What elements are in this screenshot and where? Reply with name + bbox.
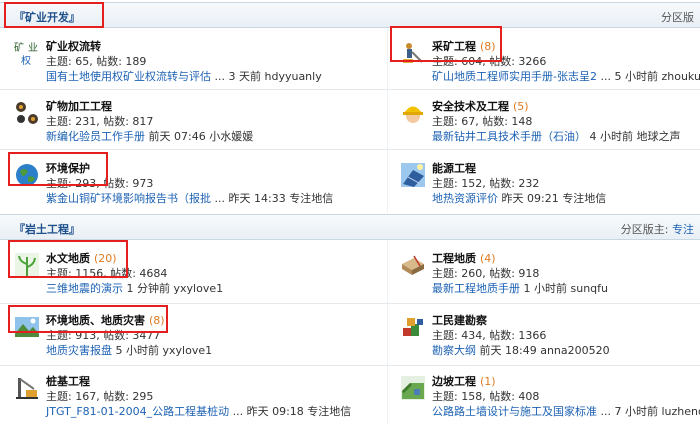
section-header-mining: 『矿业开发』 分区版 (0, 2, 700, 28)
forum-last-post: 公路路土墙设计与施工及国家标准 ... 7 小时前 luzhencug (432, 403, 700, 419)
forum-name[interactable]: 工程地质(4) (432, 250, 496, 266)
hydro-plant-icon (14, 252, 40, 278)
last-post-user[interactable]: zhoukui521 (661, 70, 700, 83)
forum-name[interactable]: 水文地质(20) (46, 250, 117, 266)
column-divider (387, 240, 388, 425)
forum-last-post: 最新工程地质手册 1 小时前 sunqfu (432, 280, 608, 296)
forum-slope-engineering: 边坡工程(1) 主题: 158, 帖数: 408 公路路土墙设计与施工及国家标准… (400, 373, 700, 433)
mining-rights-icon: 矿 业 权 (14, 40, 40, 66)
forum-stats: 主题: 158, 帖数: 408 (432, 388, 539, 404)
geology-layers-icon (400, 252, 426, 278)
forum-name[interactable]: 矿业权流转 (46, 38, 101, 54)
last-post-user[interactable]: yxylove1 (163, 344, 213, 357)
forum-stats: 主题: 913, 帖数: 3477 (46, 327, 160, 343)
row-divider (0, 303, 700, 304)
globe-icon (14, 162, 40, 188)
forum-energy-engineering: 能源工程 主题: 152, 帖数: 232 地热资源评价 昨天 09:21 专注… (400, 160, 700, 220)
forum-stats: 主题: 293, 帖数: 973 (46, 175, 153, 191)
forum-name[interactable]: 矿物加工工程 (46, 98, 112, 114)
row-divider (0, 149, 700, 150)
forum-last-post: 国有土地使用权矿业权流转与评估 ... 3 天前 hdyyuanly (46, 68, 322, 84)
forum-environmental-protection: 环境保护 主题: 293, 帖数: 973 紫金山铜矿环境影响报告书（报批 ..… (14, 160, 354, 220)
forum-name[interactable]: 能源工程 (432, 160, 476, 176)
section-header-geotechnical: 『岩土工程』 分区版主: 专注 (0, 214, 700, 240)
section-title-geotechnical[interactable]: 『岩土工程』 (14, 221, 80, 237)
last-post-user[interactable]: 地球之声 (637, 130, 681, 143)
safety-helmet-icon (400, 100, 426, 126)
forum-stats: 主题: 167, 帖数: 295 (46, 388, 153, 404)
forum-last-post: 勘察大纲 前天 18:49 anna200520 (432, 342, 610, 358)
forum-stats: 主题: 1156, 帖数: 4684 (46, 265, 167, 281)
forum-pile-foundation: 桩基工程 主题: 167, 帖数: 295 JTGT_F81-01-2004_公… (14, 373, 354, 433)
forum-stats: 主题: 65, 帖数: 189 (46, 53, 146, 69)
forum-last-post: 最新钻井工具技术手册（石油） 4 小时前 地球之声 (432, 128, 681, 144)
last-post-link[interactable]: 三维地震的演示 (46, 282, 123, 295)
last-post-link[interactable]: 勘察大纲 (432, 344, 476, 357)
forum-last-post: 新编化验员工作手册 前天 07:46 小水媛媛 (46, 128, 253, 144)
forum-stats: 主题: 604, 帖数: 3266 (432, 53, 546, 69)
forum-stats: 主题: 260, 帖数: 918 (432, 265, 539, 281)
forum-name[interactable]: 采矿工程(8) (432, 38, 496, 54)
last-post-user[interactable]: hdyyuanly (265, 70, 322, 83)
forum-stats: 主题: 434, 帖数: 1366 (432, 327, 546, 343)
row-divider (0, 365, 700, 366)
section-moderator-label: 分区版 (661, 9, 694, 25)
forum-name[interactable]: 安全技术及工程(5) (432, 98, 529, 114)
last-post-user[interactable]: 专注地信 (289, 192, 333, 205)
last-post-link[interactable]: 新编化验员工作手册 (46, 130, 145, 143)
last-post-link[interactable]: 矿山地质工程师实用手册-张志呈2 (432, 70, 597, 83)
forum-environmental-geology: 环境地质、地质灾害(8) 主题: 913, 帖数: 3477 地质灾害报盘 5 … (14, 312, 354, 372)
last-post-user[interactable]: 专注地信 (562, 192, 606, 205)
forum-last-post: 地热资源评价 昨天 09:21 专注地信 (432, 190, 606, 206)
forum-hydrogeology: 水文地质(20) 主题: 1156, 帖数: 4684 三维地震的演示 1 分钟… (14, 250, 354, 310)
forum-name[interactable]: 桩基工程 (46, 373, 90, 389)
slope-icon (400, 375, 426, 401)
last-post-user[interactable]: sunqfu (571, 282, 609, 295)
last-post-user[interactable]: anna200520 (540, 344, 609, 357)
row-divider (0, 89, 700, 90)
forum-name[interactable]: 环境地质、地质灾害(8) (46, 312, 165, 328)
forum-stats: 主题: 231, 帖数: 817 (46, 113, 153, 129)
forum-name[interactable]: 环境保护 (46, 160, 90, 176)
last-post-link[interactable]: 地质灾害报盘 (46, 344, 112, 357)
last-post-user[interactable]: 小水媛媛 (209, 130, 253, 143)
forum-stats: 主题: 67, 帖数: 148 (432, 113, 532, 129)
forum-last-post: JTGT_F81-01-2004_公路工程基桩动 ... 昨天 09:18 专注… (46, 403, 351, 419)
miner-drill-icon (400, 40, 426, 66)
forum-name[interactable]: 边坡工程(1) (432, 373, 496, 389)
forum-last-post: 矿山地质工程师实用手册-张志呈2 ... 5 小时前 zhoukui521 (432, 68, 700, 84)
last-post-link[interactable]: 最新钻井工具技术手册（石油） (432, 130, 586, 143)
last-post-user[interactable]: yxylove1 (174, 282, 224, 295)
forum-last-post: 紫金山铜矿环境影响报告书（报批 ... 昨天 14:33 专注地信 (46, 190, 333, 206)
section-moderator-label: 分区版主: 专注 (621, 221, 694, 237)
last-post-link[interactable]: 最新工程地质手册 (432, 282, 520, 295)
forum-construction-survey: 工民建勘察 主题: 434, 帖数: 1366 勘察大纲 前天 18:49 an… (400, 312, 700, 372)
section-title-mining[interactable]: 『矿业开发』 (14, 9, 80, 25)
last-post-link[interactable]: 公路路土墙设计与施工及国家标准 (432, 405, 597, 418)
last-post-link[interactable]: 国有土地使用权矿业权流转与评估 (46, 70, 211, 83)
svg-text:矿: 矿 (14, 41, 24, 54)
last-post-link[interactable]: JTGT_F81-01-2004_公路工程基桩动 (46, 405, 229, 418)
landscape-icon (14, 314, 40, 340)
last-post-user[interactable]: 专注地信 (307, 405, 351, 418)
forum-last-post: 地质灾害报盘 5 小时前 yxylove1 (46, 342, 212, 358)
forum-stats: 主题: 152, 帖数: 232 (432, 175, 539, 191)
forum-engineering-geology: 工程地质(4) 主题: 260, 帖数: 918 最新工程地质手册 1 小时前 … (400, 250, 700, 310)
column-divider (387, 28, 388, 213)
moderator-link[interactable]: 专注 (672, 223, 694, 236)
svg-text:业: 业 (28, 42, 38, 54)
last-post-link[interactable]: 地热资源评价 (432, 192, 498, 205)
solar-panel-icon (400, 162, 426, 188)
forum-last-post: 三维地震的演示 1 分钟前 yxylove1 (46, 280, 223, 296)
forum-name[interactable]: 工民建勘察 (432, 312, 487, 328)
pile-rig-icon (14, 375, 40, 401)
svg-text:权: 权 (21, 54, 31, 66)
last-post-user[interactable]: luzhencug (662, 405, 700, 418)
building-blocks-icon (400, 314, 426, 340)
mineral-processing-icon (14, 100, 40, 126)
last-post-link[interactable]: 紫金山铜矿环境影响报告书（报批 (46, 192, 211, 205)
